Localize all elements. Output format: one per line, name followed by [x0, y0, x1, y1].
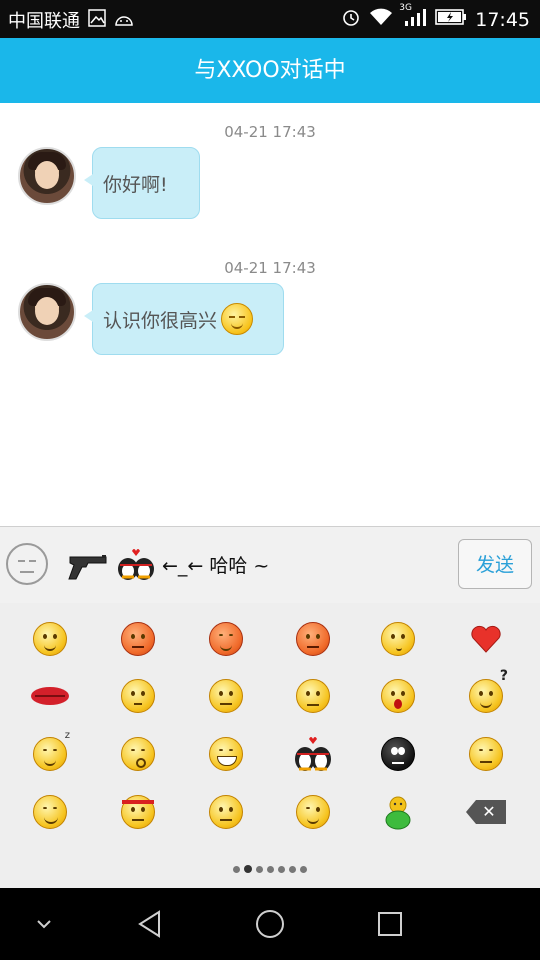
- black-face-emoji[interactable]: [353, 725, 443, 783]
- home-icon[interactable]: [250, 908, 290, 940]
- gallery-icon: [88, 8, 106, 32]
- headband-emoji[interactable]: [93, 783, 183, 841]
- emoji-panel: ? z ✕: [0, 603, 540, 888]
- composed-text: ←_← 哈哈 ~: [162, 554, 270, 577]
- puzzled-emoji[interactable]: [181, 667, 271, 725]
- wifi-icon: [369, 8, 393, 31]
- angry-emoji[interactable]: [93, 610, 183, 668]
- message-list[interactable]: 04-21 17:43 你好啊! 04-21 17:43 认识你很高兴: [0, 103, 540, 526]
- sweat-emoji[interactable]: [268, 610, 358, 668]
- shy-smile-emoji: [221, 303, 254, 335]
- recents-icon[interactable]: [370, 908, 410, 940]
- smug-emoji[interactable]: [5, 783, 95, 841]
- page-dot: [289, 866, 296, 873]
- page-dot: [300, 866, 307, 873]
- grin-emoji[interactable]: [181, 725, 271, 783]
- awkward-emoji[interactable]: [441, 725, 531, 783]
- collapse-chevron-icon[interactable]: [24, 908, 64, 940]
- kissing-penguins-emoji: [118, 549, 154, 580]
- lips-icon[interactable]: [5, 667, 95, 725]
- alarm-icon: [341, 7, 361, 32]
- kiss-emoji[interactable]: [93, 725, 183, 783]
- question-emoji[interactable]: ?: [441, 667, 531, 725]
- message-input[interactable]: ←_← 哈哈 ~: [66, 539, 446, 589]
- clock: 17:45: [475, 8, 530, 31]
- android-icon: [114, 10, 134, 31]
- back-icon[interactable]: [130, 908, 170, 940]
- heart-icon[interactable]: [441, 610, 531, 668]
- page-indicator: [0, 865, 540, 873]
- surprised-emoji[interactable]: [353, 667, 443, 725]
- kissing-penguins-emoji[interactable]: [268, 725, 358, 783]
- pistol-emoji: [68, 555, 107, 580]
- page-title: 与XXOO对话中: [194, 58, 346, 83]
- send-button[interactable]: 发送: [458, 539, 532, 589]
- avatar[interactable]: [18, 147, 76, 205]
- green-bird-emoji[interactable]: [353, 783, 443, 841]
- page-dot-active: [244, 865, 252, 873]
- think-emoji[interactable]: [353, 610, 443, 668]
- message-timestamp: 04-21 17:43: [224, 123, 316, 141]
- message-timestamp: 04-21 17:43: [224, 259, 316, 277]
- furious-emoji[interactable]: [181, 783, 271, 841]
- backspace-icon[interactable]: ✕: [441, 783, 531, 841]
- sad-emoji[interactable]: [268, 667, 358, 725]
- message-text: 你好啊!: [103, 173, 168, 196]
- status-bar: 中国联通 3G 17:45: [0, 0, 540, 38]
- system-nav-bar: [0, 888, 540, 960]
- network-type: 3G: [399, 3, 412, 13]
- speechless-emoji[interactable]: [93, 667, 183, 725]
- input-bar: ←_← 哈哈 ~ 发送: [0, 526, 540, 604]
- sleepy-red-emoji[interactable]: [181, 610, 271, 668]
- carrier-label: 中国联通: [8, 11, 80, 32]
- message-bubble[interactable]: 认识你很高兴: [84, 283, 284, 355]
- page-dot: [256, 866, 263, 873]
- avatar[interactable]: [18, 283, 76, 341]
- emoji-toggle-icon[interactable]: [6, 543, 48, 585]
- sleep-emoji[interactable]: z: [5, 725, 95, 783]
- wink-emoji[interactable]: [268, 783, 358, 841]
- message-bubble[interactable]: 你好啊!: [84, 147, 200, 219]
- message-text: 认识你很高兴: [103, 309, 218, 332]
- smile-emoji[interactable]: [5, 610, 95, 668]
- chat-title-bar: 与XXOO对话中: [0, 38, 540, 103]
- page-dot: [278, 866, 285, 873]
- page-dot: [233, 866, 240, 873]
- battery-icon: [435, 8, 467, 31]
- page-dot: [267, 866, 274, 873]
- signal-icon: 3G: [399, 3, 427, 32]
